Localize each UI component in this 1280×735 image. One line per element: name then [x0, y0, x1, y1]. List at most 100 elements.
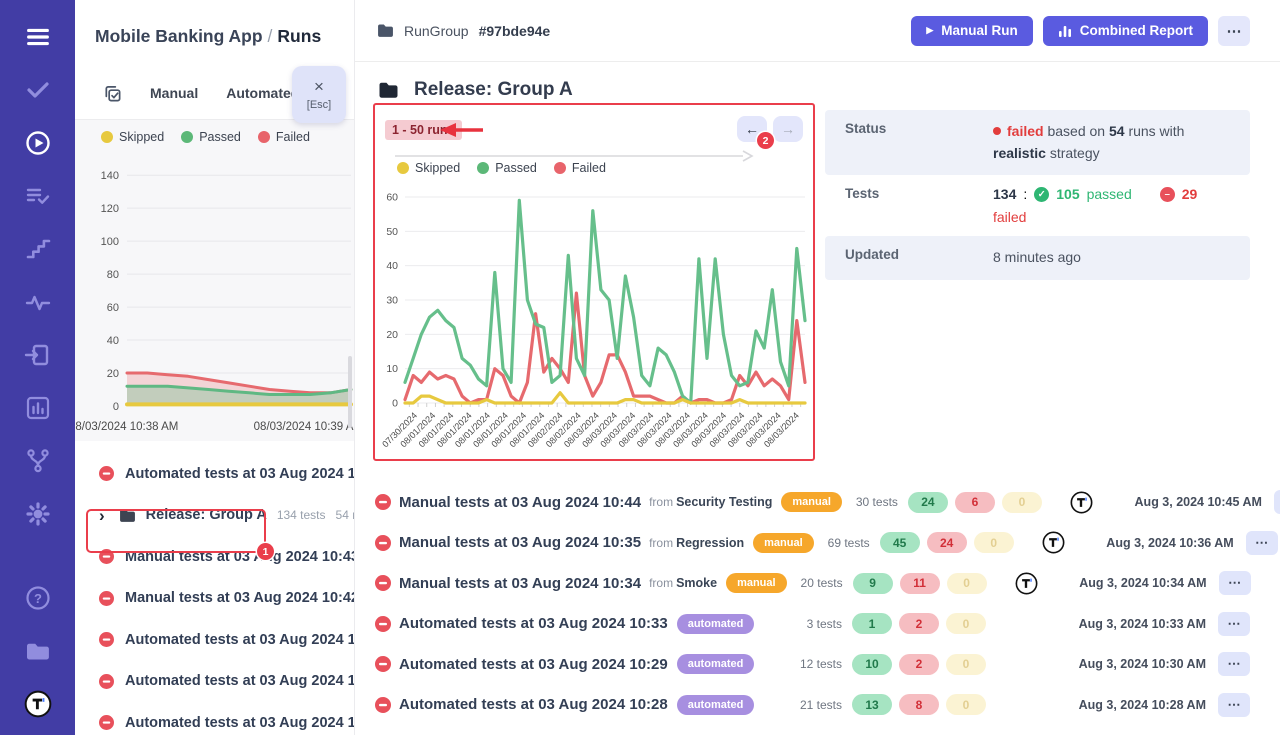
run-tests-count: 21 tests	[786, 698, 842, 712]
panel-chart-legend: Skipped Passed Failed	[75, 130, 354, 144]
reports-icon[interactable]	[23, 393, 53, 423]
tab-automated[interactable]: Automated	[226, 85, 299, 101]
failed-dot-icon	[993, 127, 1001, 135]
status-row: Status failed based on 54 runs with real…	[825, 110, 1250, 175]
run-item-tests-count: 134 tests	[277, 508, 326, 522]
bar-chart-icon	[1058, 24, 1072, 38]
run-title[interactable]: Manual tests at 03 Aug 2024 10:44	[399, 494, 641, 511]
legend-dot-icon	[181, 131, 193, 143]
row-more-button[interactable]: ⋯	[1274, 490, 1280, 514]
panel-run-item[interactable]: › Manual tests at 03 Aug 2024 10:43	[75, 536, 354, 578]
chart-pagination: ← →	[737, 116, 803, 142]
legend-label: Passed	[495, 161, 537, 175]
run-row[interactable]: Manual tests at 03 Aug 2024 10:35 fromRe…	[375, 523, 1250, 564]
legend-dot-icon	[101, 131, 113, 143]
run-title[interactable]: Automated tests at 03 Aug 2024 10:28	[399, 696, 668, 713]
legend-dot-icon	[258, 131, 270, 143]
run-title[interactable]: Automated tests at 03 Aug 2024 10:33	[399, 615, 668, 632]
legend-dot-icon	[397, 162, 409, 174]
skipped-pill: 0	[946, 613, 986, 634]
passed-pill: 9	[853, 573, 893, 594]
folder-icon	[377, 23, 394, 38]
pulse-icon[interactable]	[23, 287, 53, 317]
panel-run-item[interactable]: › Automated tests at 03 Aug 2024 10	[75, 661, 354, 703]
run-timestamp: Aug 3, 2024 10:45 AM	[1114, 495, 1262, 509]
runs-icon[interactable]	[23, 128, 53, 158]
failed-status-icon	[375, 575, 391, 591]
all-runs-tab-icon[interactable]	[103, 84, 122, 103]
run-source: fromSecurity Testing	[649, 495, 772, 509]
run-title[interactable]: Manual tests at 03 Aug 2024 10:34	[399, 575, 641, 592]
run-timestamp: Aug 3, 2024 10:33 AM	[1058, 617, 1206, 631]
tab-manual[interactable]: Manual	[150, 85, 198, 101]
menu-icon[interactable]	[23, 22, 53, 52]
run-source: fromSmoke	[649, 576, 717, 590]
panel-history-chart[interactable]: 02040608010012014008/03/2024 10:38 AM08/…	[75, 148, 355, 438]
status-summary: Status failed based on 54 runs with real…	[825, 110, 1250, 280]
passed-pill: 1	[852, 613, 892, 634]
svg-text:100: 100	[101, 236, 119, 248]
prev-runs-button[interactable]: ←	[737, 116, 767, 142]
run-timestamp: Aug 3, 2024 10:34 AM	[1059, 576, 1207, 590]
settings-icon[interactable]	[23, 499, 53, 529]
panel-run-item[interactable]: › Release: Group A 134 tests 54 r	[75, 495, 354, 537]
legend-label: Skipped	[119, 130, 164, 144]
run-item-title: Automated tests at 03 Aug 2024 10	[125, 632, 354, 648]
page-title: Runs	[277, 26, 321, 46]
panel-run-item[interactable]: › Automated tests at 03 Aug 2024 1	[75, 702, 354, 735]
legend-item: Passed	[477, 161, 537, 175]
row-more-button[interactable]: ⋯	[1219, 571, 1251, 595]
close-panel-button[interactable]: × [Esc]	[292, 66, 346, 123]
passed-pill: 45	[880, 532, 920, 553]
more-actions-button[interactable]: ⋯	[1218, 16, 1250, 46]
reporter-logo-icon	[1015, 572, 1038, 595]
project-name[interactable]: Mobile Banking App	[95, 26, 263, 46]
run-title[interactable]: Automated tests at 03 Aug 2024 10:29	[399, 656, 668, 673]
row-more-button[interactable]: ⋯	[1218, 693, 1250, 717]
profile-logo-icon[interactable]	[23, 689, 53, 719]
run-row[interactable]: Automated tests at 03 Aug 2024 10:29 fro…	[375, 644, 1250, 685]
expand-chevron-icon[interactable]: ›	[99, 507, 105, 524]
run-row[interactable]: Manual tests at 03 Aug 2024 10:44 fromSe…	[375, 482, 1250, 523]
panel-run-item[interactable]: › Manual tests at 03 Aug 2024 10:42	[75, 578, 354, 620]
panel-scrollbar[interactable]	[348, 356, 352, 428]
tasks-icon[interactable]	[23, 75, 53, 105]
row-more-button[interactable]: ⋯	[1246, 531, 1278, 555]
run-item-title: Release: Group A	[146, 507, 267, 523]
panel-run-item[interactable]: › Automated tests at 03 Aug 2024 10	[75, 453, 354, 495]
row-more-button[interactable]: ⋯	[1218, 652, 1250, 676]
row-more-button[interactable]: ⋯	[1218, 612, 1250, 636]
project-breadcrumb: Mobile Banking App/Runs	[95, 26, 354, 47]
run-row[interactable]: Automated tests at 03 Aug 2024 10:33 fro…	[375, 604, 1250, 645]
run-type-badge: automated	[677, 695, 755, 715]
run-row[interactable]: Manual tests at 03 Aug 2024 10:34 fromSm…	[375, 563, 1250, 604]
sidebar: ?	[0, 0, 75, 735]
panel-chart-block: Skipped Passed Failed 020406080100120140…	[75, 119, 354, 441]
failed-status-icon	[375, 494, 391, 510]
runs-history-chart-card: 1 - 50 runs ← → Skipped Passed Failed 01…	[375, 103, 815, 461]
runs-history-chart[interactable]: 010203040506007/30/202408/01/202408/01/2…	[377, 181, 811, 457]
branches-icon[interactable]	[23, 446, 53, 476]
close-icon[interactable]: ×	[314, 78, 324, 95]
import-icon[interactable]	[23, 340, 53, 370]
svg-text:40: 40	[386, 260, 398, 272]
run-tests-count: 30 tests	[842, 495, 898, 509]
panel-run-item[interactable]: › Automated tests at 03 Aug 2024 10	[75, 619, 354, 661]
combined-report-button[interactable]: Combined Report	[1043, 16, 1208, 46]
run-row-right: 30 tests 24 6 0 Aug 3, 2024 10:45 AM ⋯	[842, 490, 1280, 514]
run-title[interactable]: Manual tests at 03 Aug 2024 10:35	[399, 534, 641, 551]
failed-status-icon	[99, 674, 114, 689]
run-type-badge: automated	[677, 614, 755, 634]
next-runs-button[interactable]: →	[773, 116, 803, 142]
help-icon[interactable]: ?	[23, 583, 53, 613]
rungroup-id: #97bde94e	[479, 23, 551, 39]
run-row[interactable]: Automated tests at 03 Aug 2024 10:28 fro…	[375, 685, 1250, 726]
run-item-title: Manual tests at 03 Aug 2024 10:42	[125, 590, 354, 606]
steps-icon[interactable]	[23, 234, 53, 264]
test-plans-icon[interactable]	[23, 181, 53, 211]
failed-minus-icon: –	[1160, 187, 1175, 202]
panel-run-list: › Automated tests at 03 Aug 2024 10 ›	[75, 441, 354, 735]
projects-icon[interactable]	[23, 636, 53, 666]
manual-run-button[interactable]: ▶ Manual Run	[911, 16, 1032, 46]
legend-label: Failed	[276, 130, 310, 144]
